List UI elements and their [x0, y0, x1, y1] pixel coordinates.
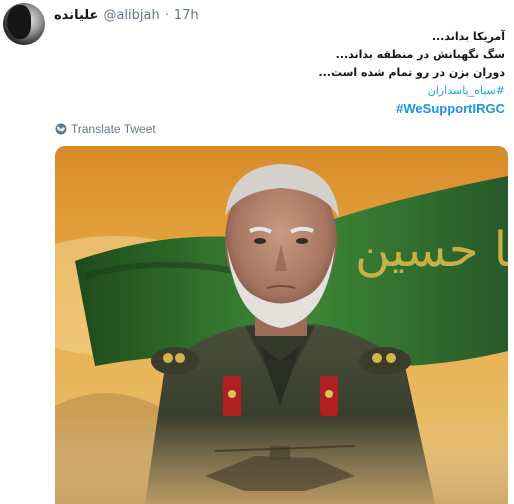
tweet-image[interactable]: یا حسین: [55, 146, 508, 504]
hashtag-en[interactable]: #WeSupportIRGC: [65, 100, 505, 118]
tweet-line-3: دوران بزن در رو تمام شده است...: [318, 66, 505, 79]
tweet-text: آمریکا بداند... سگ نگهبانش در منطقه بدان…: [65, 28, 505, 118]
portrait-image: یا حسین: [55, 146, 508, 504]
translate-tweet-link[interactable]: Translate Tweet: [55, 122, 156, 136]
tweet-header: علیانده @alibjah · 17h: [54, 6, 199, 24]
separator: ·: [164, 7, 169, 23]
tweet-line-1: آمریکا بداند...: [431, 30, 505, 43]
flag-inscription: یا حسین: [355, 222, 508, 278]
author-handle[interactable]: @alibjah: [103, 8, 159, 23]
hashtag-fa[interactable]: #سپاه_پاسداران: [65, 82, 505, 100]
globe-icon: [55, 123, 67, 135]
translate-label: Translate Tweet: [71, 122, 156, 136]
author-name[interactable]: علیانده: [54, 8, 98, 23]
avatar[interactable]: [3, 3, 45, 45]
tweet-time[interactable]: 17h: [174, 8, 199, 23]
tweet-line-2: سگ نگهبانش در منطقه بداند...: [335, 48, 505, 61]
